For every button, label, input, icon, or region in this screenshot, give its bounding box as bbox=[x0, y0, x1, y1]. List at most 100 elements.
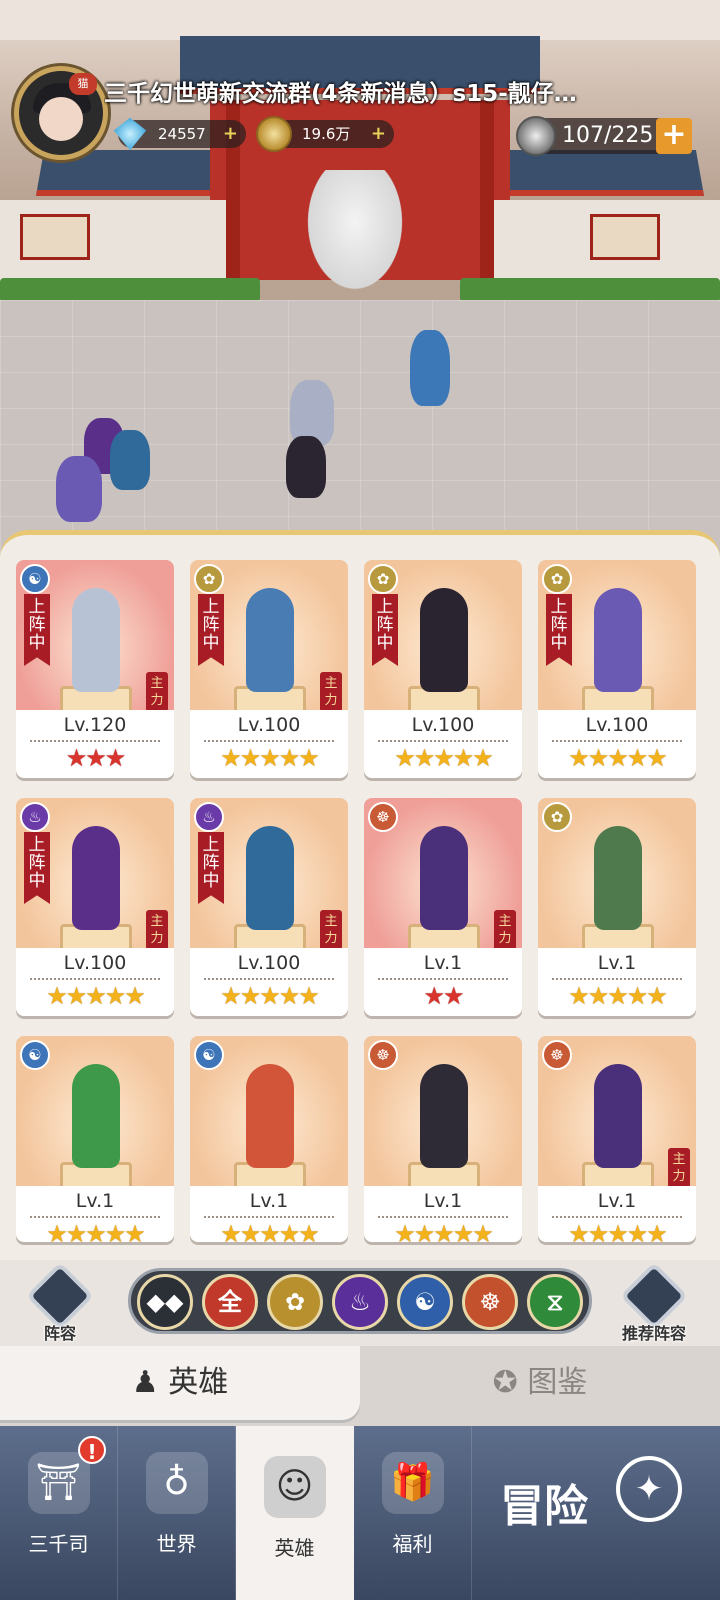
recommended-formation-button[interactable]: 推荐阵容 bbox=[614, 1262, 694, 1344]
water-element-icon: ☯ bbox=[20, 1040, 50, 1070]
nav-label: 英雄 bbox=[274, 1536, 315, 1560]
hero-stars: ★★★★★ bbox=[46, 982, 146, 1010]
filter-fire-button[interactable]: ♨ bbox=[332, 1274, 388, 1330]
hero-sprite bbox=[246, 826, 294, 930]
nav-label: 世界 bbox=[156, 1532, 197, 1556]
hero-silhouette-icon: ♟ bbox=[131, 1365, 169, 1400]
nav-label: 福利 bbox=[392, 1532, 433, 1556]
stamina-amount: 107/225 bbox=[562, 123, 654, 148]
filter-monk-button[interactable]: ☸ bbox=[462, 1274, 518, 1330]
hero-card[interactable]: ☯ Lv.1 ★★★★★ bbox=[16, 1036, 174, 1242]
hero-level: Lv.1 bbox=[597, 952, 637, 974]
hero-stars: ★★★★★ bbox=[568, 982, 668, 1010]
hero-card[interactable]: ♨ 上阵中 主力 Lv.100 ★★★★★ bbox=[16, 798, 174, 1016]
lotus-element-icon: ✿ bbox=[542, 802, 572, 832]
alert-badge: ! bbox=[78, 1436, 106, 1464]
deployed-ribbon: 上阵中 bbox=[546, 594, 572, 666]
deployed-ribbon: 上阵中 bbox=[198, 832, 224, 904]
monk-element-icon: ☸ bbox=[542, 1040, 572, 1070]
fox-statue bbox=[300, 170, 410, 300]
hero-card[interactable]: ✿ Lv.1 ★★★★★ bbox=[538, 798, 696, 1016]
divider bbox=[378, 978, 508, 980]
scene-hero bbox=[110, 430, 150, 490]
hero-card[interactable]: ♨ 上阵中 主力 Lv.100 ★★★★★ bbox=[190, 798, 348, 1016]
divider bbox=[552, 1216, 682, 1218]
water-element-icon: ☯ bbox=[20, 564, 50, 594]
tab-codex[interactable]: ✪ 图鉴 bbox=[360, 1346, 720, 1420]
formation-button[interactable]: 阵容 bbox=[20, 1262, 100, 1344]
avatar-badge: 猫 bbox=[69, 73, 97, 95]
stamina-counter[interactable]: 107/225 + bbox=[516, 116, 692, 156]
scene-hero bbox=[410, 330, 450, 406]
nav-welfare[interactable]: 🎁 福利 bbox=[354, 1426, 472, 1600]
monk-element-icon: ☸ bbox=[368, 1040, 398, 1070]
recommend-label: 推荐阵容 bbox=[621, 1324, 686, 1343]
deployed-ribbon: 上阵中 bbox=[198, 594, 224, 666]
fire-element-icon: ♨ bbox=[20, 802, 50, 832]
hero-level: Lv.1 bbox=[597, 1190, 637, 1212]
fire-element-icon: ♨ bbox=[194, 802, 224, 832]
bottom-navigation: ⛩ ! 三千司 ♁ 世界 ☺ 英雄 🎁 福利 冒险 ✦ bbox=[0, 1426, 720, 1600]
monk-element-icon: ☸ bbox=[368, 802, 398, 832]
divider bbox=[378, 740, 508, 742]
coin-add-icon[interactable]: + bbox=[371, 120, 386, 148]
filter-water-button[interactable]: ☯ bbox=[397, 1274, 453, 1330]
hero-level: Lv.1 bbox=[423, 952, 463, 974]
filter-dna-button[interactable]: ⧖ bbox=[527, 1274, 583, 1330]
gem-add-icon[interactable]: + bbox=[223, 120, 238, 148]
tab-codex-label: 图鉴 bbox=[527, 1365, 588, 1400]
adventure-label: 冒险 bbox=[500, 1481, 588, 1532]
filter-faction-button[interactable]: ◆◆ bbox=[137, 1274, 193, 1330]
stamina-add-button[interactable]: + bbox=[656, 118, 692, 154]
coin-icon bbox=[256, 116, 292, 152]
tab-heroes[interactable]: ♟ 英雄 bbox=[0, 1346, 360, 1420]
hero-sprite bbox=[246, 588, 294, 692]
divider bbox=[204, 740, 334, 742]
hero-sprite bbox=[72, 1064, 120, 1168]
main-force-tag: 主力 bbox=[146, 672, 168, 712]
hero-card[interactable]: ☸ 主力 Lv.1 ★★★★★ bbox=[538, 1036, 696, 1242]
hero-card[interactable]: ✿ 上阵中 Lv.100 ★★★★★ bbox=[364, 560, 522, 778]
hero-sprite bbox=[72, 826, 120, 930]
hero-tabs: ♟ 英雄 ✪ 图鉴 bbox=[0, 1346, 720, 1426]
hero-card[interactable]: ☸ Lv.1 ★★★★★ bbox=[364, 1036, 522, 1242]
codex-star-icon: ✪ bbox=[492, 1365, 528, 1400]
hero-sprite bbox=[420, 588, 468, 692]
hero-sprite bbox=[72, 588, 120, 692]
filter-all-button[interactable]: 全 bbox=[202, 1274, 258, 1330]
hero-level: Lv.120 bbox=[63, 714, 127, 736]
nav-world[interactable]: ♁ 世界 bbox=[118, 1426, 236, 1600]
filter-lotus-button[interactable]: ✿ bbox=[267, 1274, 323, 1330]
player-avatar[interactable]: 猫 bbox=[14, 66, 108, 160]
filter-bar: 阵容 ◆◆ 全 ✿ ♨ ☯ ☸ ⧖ 推荐阵容 bbox=[0, 1260, 720, 1346]
nav-heroes[interactable]: ☺ 英雄 bbox=[236, 1426, 354, 1600]
hero-card[interactable]: ✿ 上阵中 主力 Lv.100 ★★★★★ bbox=[190, 560, 348, 778]
hedge-left bbox=[0, 278, 260, 302]
scene-hero bbox=[56, 456, 102, 522]
divider bbox=[204, 978, 334, 980]
hero-level: Lv.100 bbox=[237, 952, 301, 974]
deployed-ribbon: 上阵中 bbox=[24, 832, 50, 904]
hero-card[interactable]: ☸ 主力 Lv.1 ★★ bbox=[364, 798, 522, 1016]
hero-level: Lv.1 bbox=[75, 1190, 115, 1212]
hero-stars: ★★★★★ bbox=[220, 744, 320, 772]
nav-sanqiansi[interactable]: ⛩ ! 三千司 bbox=[0, 1426, 118, 1600]
lotus-element-icon: ✿ bbox=[542, 564, 572, 594]
hero-level: Lv.100 bbox=[63, 952, 127, 974]
main-force-tag: 主力 bbox=[668, 1148, 690, 1188]
divider bbox=[204, 1216, 334, 1218]
coin-counter[interactable]: 19.6万 + bbox=[256, 116, 394, 152]
nav-adventure-button[interactable]: 冒险 ✦ bbox=[478, 1426, 720, 1600]
tab-heroes-label: 英雄 bbox=[168, 1365, 229, 1400]
avatar-face bbox=[39, 97, 83, 141]
coin-amount: 19.6万 bbox=[302, 125, 351, 143]
divider bbox=[30, 740, 160, 742]
gem-counter[interactable]: 24557 + bbox=[113, 117, 246, 151]
temple-icon: ⛩ bbox=[27, 1452, 90, 1514]
scene-hero bbox=[286, 436, 326, 498]
hero-card[interactable]: ✿ 上阵中 Lv.100 ★★★★★ bbox=[538, 560, 696, 778]
hero-card[interactable]: ☯ Lv.1 ★★★★★ bbox=[190, 1036, 348, 1242]
pillar bbox=[480, 100, 494, 280]
hero-card[interactable]: ☯ 上阵中 主力 Lv.120 ★★★ bbox=[16, 560, 174, 778]
chat-message-banner[interactable]: 三千幻世萌新交流群(4条新消息）s15-靓仔… bbox=[104, 74, 664, 108]
